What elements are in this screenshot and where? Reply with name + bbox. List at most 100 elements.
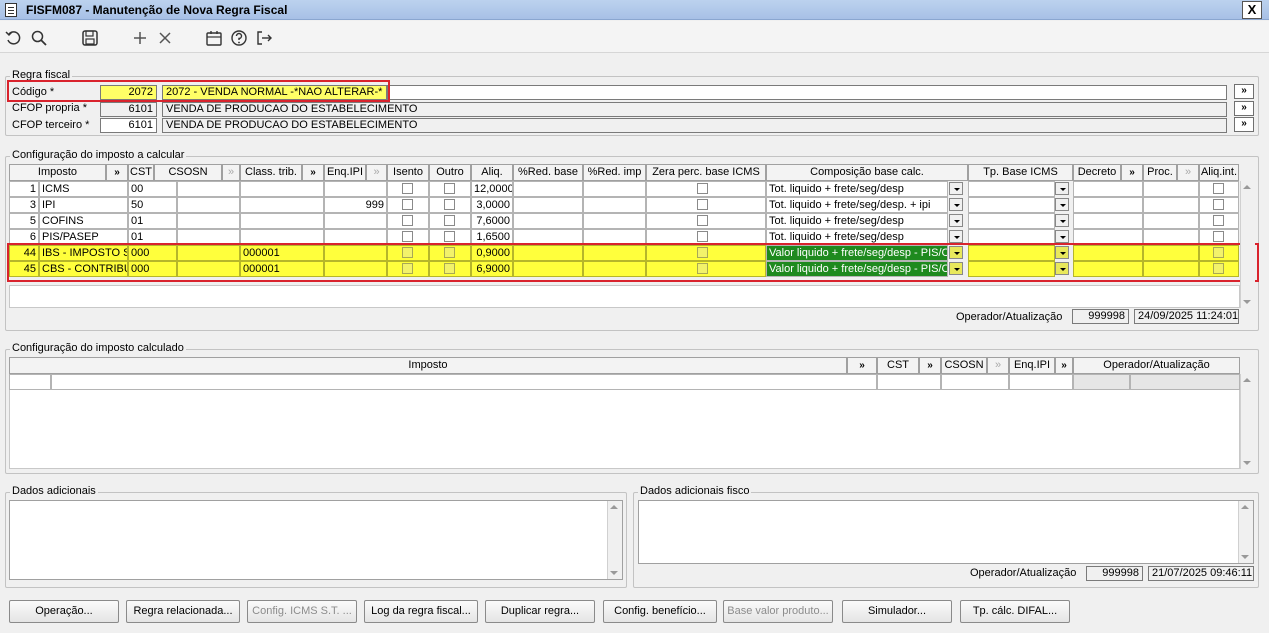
base-valor-produto-button[interactable]: Base valor produto... bbox=[723, 600, 833, 623]
duplicar-regra-button[interactable]: Duplicar regra... bbox=[485, 600, 595, 623]
help-icon[interactable] bbox=[230, 29, 248, 47]
close-button[interactable]: X bbox=[1242, 1, 1262, 19]
calculado-col-cst-more[interactable]: » bbox=[919, 357, 941, 374]
table-cell[interactable] bbox=[513, 197, 583, 213]
operacao-button[interactable]: Operação... bbox=[9, 600, 119, 623]
col-imposto[interactable]: Imposto bbox=[9, 164, 106, 181]
calculado-row-cell[interactable] bbox=[877, 374, 941, 390]
cell-cst[interactable]: 50 bbox=[128, 197, 177, 213]
table-cell[interactable] bbox=[1143, 197, 1199, 213]
cell-comp[interactable]: Tot. liquido + frete/seg/desp bbox=[766, 213, 948, 229]
search-icon[interactable] bbox=[30, 29, 48, 47]
cell-enq[interactable] bbox=[324, 181, 387, 197]
table-cell[interactable] bbox=[1143, 181, 1199, 197]
row-checkbox[interactable] bbox=[444, 199, 455, 210]
row-checkbox[interactable] bbox=[697, 199, 708, 210]
cell-comp[interactable]: Tot. liquido + frete/seg/desp. + ipi bbox=[766, 197, 948, 213]
cfop-terceiro-lookup-button[interactable]: » bbox=[1234, 117, 1254, 132]
table-cell[interactable] bbox=[583, 213, 646, 229]
table-cell[interactable] bbox=[513, 213, 583, 229]
row-checkbox[interactable] bbox=[444, 231, 455, 242]
calc-scrollbar[interactable] bbox=[1240, 181, 1255, 308]
cell-id[interactable]: 5 bbox=[9, 213, 39, 229]
dados-adicionais-textarea[interactable] bbox=[9, 500, 623, 580]
chevron-down-icon[interactable] bbox=[949, 182, 963, 195]
simulador-button[interactable]: Simulador... bbox=[842, 600, 952, 623]
table-cell[interactable] bbox=[1073, 197, 1143, 213]
chevron-down-icon[interactable] bbox=[949, 230, 963, 243]
cfop-propria-field[interactable]: 6101 bbox=[100, 102, 157, 117]
cell-enq[interactable]: 999 bbox=[324, 197, 387, 213]
calculado-col-imposto-more[interactable]: » bbox=[847, 357, 877, 374]
codigo-lookup-button[interactable]: » bbox=[1234, 84, 1254, 99]
table-cell[interactable] bbox=[177, 181, 240, 197]
calculado-col-csosn[interactable]: CSOSN bbox=[941, 357, 987, 374]
calculado-row-cell[interactable] bbox=[1009, 374, 1073, 390]
cell-id[interactable]: 3 bbox=[9, 197, 39, 213]
row-checkbox[interactable] bbox=[697, 183, 708, 194]
col-csosn[interactable]: CSOSN bbox=[154, 164, 222, 181]
config-beneficio-button[interactable]: Config. benefício... bbox=[603, 600, 717, 623]
calculado-col-enq[interactable]: Enq.IPI bbox=[1009, 357, 1055, 374]
regra-relacionada-button[interactable]: Regra relacionada... bbox=[126, 600, 240, 623]
row-checkbox[interactable] bbox=[697, 215, 708, 226]
row-checkbox[interactable] bbox=[402, 199, 413, 210]
chevron-down-icon[interactable] bbox=[949, 198, 963, 211]
calendar-icon[interactable] bbox=[205, 29, 223, 47]
row-checkbox[interactable] bbox=[1213, 183, 1224, 194]
cell-id[interactable]: 1 bbox=[9, 181, 39, 197]
chevron-down-icon[interactable] bbox=[1055, 214, 1069, 227]
col-composicao[interactable]: Composição base calc. bbox=[766, 164, 968, 181]
col-aliq[interactable]: Aliq. bbox=[471, 164, 513, 181]
cell-comp[interactable]: Tot. liquido + frete/seg/desp bbox=[766, 181, 948, 197]
col-tp-base-icms[interactable]: Tp. Base ICMS bbox=[968, 164, 1073, 181]
undo-icon[interactable] bbox=[5, 29, 23, 47]
exit-icon[interactable] bbox=[255, 29, 273, 47]
calculado-col-enq-more[interactable]: » bbox=[1055, 357, 1073, 374]
col-class-more[interactable]: » bbox=[302, 164, 324, 181]
col-isento[interactable]: Isento bbox=[387, 164, 429, 181]
col-cst[interactable]: CST bbox=[128, 164, 154, 181]
table-cell[interactable] bbox=[968, 213, 1055, 229]
table-cell[interactable] bbox=[1073, 181, 1143, 197]
dados-fisco-textarea[interactable] bbox=[638, 500, 1254, 564]
cfop-propria-lookup-button[interactable]: » bbox=[1234, 101, 1254, 116]
calculado-col-operador[interactable]: Operador/Atualização bbox=[1073, 357, 1240, 374]
dados-adicionais-scrollbar[interactable] bbox=[607, 501, 622, 579]
delete-icon[interactable] bbox=[156, 29, 174, 47]
table-cell[interactable] bbox=[513, 181, 583, 197]
row-checkbox[interactable] bbox=[402, 215, 413, 226]
calculado-row-cell[interactable] bbox=[9, 374, 51, 390]
cell-imposto[interactable]: IPI bbox=[39, 197, 128, 213]
col-red-imp[interactable]: %Red. imp bbox=[583, 164, 646, 181]
calculado-col-imposto[interactable]: Imposto bbox=[9, 357, 847, 374]
row-checkbox[interactable] bbox=[1213, 215, 1224, 226]
col-outro[interactable]: Outro bbox=[429, 164, 471, 181]
cell-aliq[interactable]: 3,0000 bbox=[471, 197, 513, 213]
cell-cst[interactable]: 00 bbox=[128, 181, 177, 197]
col-proc[interactable]: Proc. bbox=[1143, 164, 1177, 181]
row-checkbox[interactable] bbox=[402, 231, 413, 242]
tp-calc-difal-button[interactable]: Tp. cálc. DIFAL... bbox=[960, 600, 1070, 623]
calculado-row-cell[interactable] bbox=[941, 374, 1009, 390]
add-icon[interactable] bbox=[131, 29, 149, 47]
cell-class[interactable] bbox=[240, 181, 324, 197]
calculado-row-cell[interactable] bbox=[51, 374, 877, 390]
calculado-col-cst[interactable]: CST bbox=[877, 357, 919, 374]
table-cell[interactable] bbox=[177, 197, 240, 213]
table-cell[interactable] bbox=[1143, 213, 1199, 229]
col-aliq-int[interactable]: Aliq.int. bbox=[1199, 164, 1239, 181]
table-cell[interactable] bbox=[177, 213, 240, 229]
chevron-down-icon[interactable] bbox=[949, 214, 963, 227]
row-checkbox[interactable] bbox=[444, 215, 455, 226]
table-cell[interactable] bbox=[583, 181, 646, 197]
col-decreto-more[interactable]: » bbox=[1121, 164, 1143, 181]
chevron-down-icon[interactable] bbox=[1055, 230, 1069, 243]
col-decreto[interactable]: Decreto bbox=[1073, 164, 1121, 181]
cell-imposto[interactable]: COFINS bbox=[39, 213, 128, 229]
calculado-scrollbar[interactable] bbox=[1240, 374, 1255, 469]
log-regra-button[interactable]: Log da regra fiscal... bbox=[364, 600, 478, 623]
col-class-trib[interactable]: Class. trib. bbox=[240, 164, 302, 181]
save-icon[interactable] bbox=[81, 29, 99, 47]
col-zera-perc[interactable]: Zera perc. base ICMS bbox=[646, 164, 766, 181]
